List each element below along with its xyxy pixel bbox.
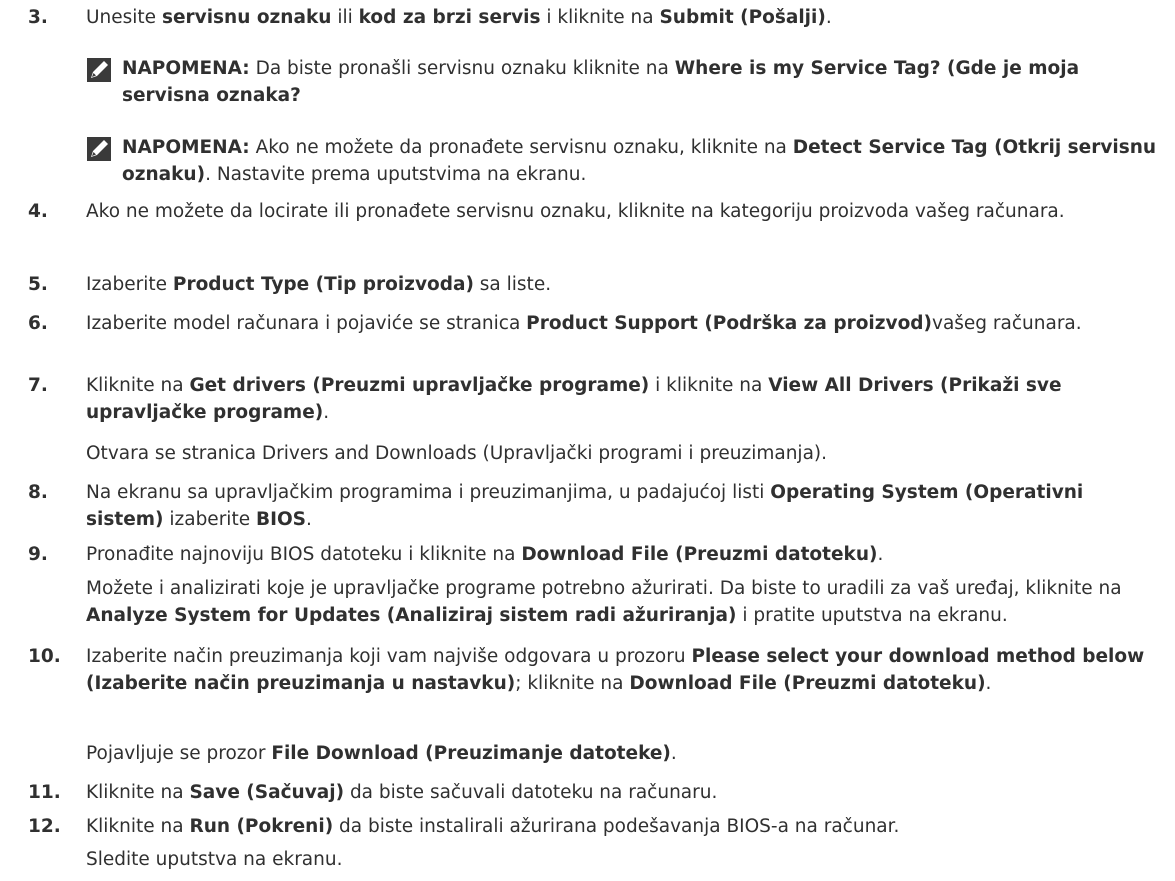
text-run: Ako ne možete da pronađete servisnu ozna…: [249, 137, 793, 158]
step-number: 10.: [28, 646, 61, 667]
step-number: 3.: [28, 7, 48, 28]
text-run: Kliknite na: [86, 782, 190, 803]
note-text: NAPOMENA: Da biste pronašli servisnu ozn…: [122, 55, 1162, 109]
text-run: Da biste pronašli servisnu oznaku klikni…: [249, 58, 675, 79]
step-text: Pronađite najnoviju BIOS datoteku i klik…: [86, 541, 1166, 568]
step-text: Kliknite na Run (Pokreni) da biste insta…: [86, 813, 1166, 840]
step-text: Kliknite na Get drivers (Preuzmi upravlj…: [86, 372, 1166, 426]
text-run: i pratite uputstva na ekranu.: [736, 605, 1008, 626]
bold-text: File Download (Preuzimanje datoteke): [271, 743, 671, 764]
note-text: NAPOMENA: Ako ne možete da pronađete ser…: [122, 134, 1162, 188]
text-run: Izaberite: [86, 274, 173, 295]
note-pencil-icon: [86, 57, 112, 83]
step-number: 8.: [28, 482, 48, 503]
text-run: vašeg računara.: [932, 313, 1082, 334]
text-run: sa liste.: [473, 274, 552, 295]
text-run: Na ekranu sa upravljačkim programima i p…: [86, 482, 771, 503]
bold-text: BIOS: [255, 509, 307, 530]
text-run: .: [877, 544, 884, 565]
text-run: Sledite uputstva na ekranu.: [86, 849, 343, 870]
paragraph: Pojavljuje se prozor File Download (Preu…: [86, 740, 1166, 767]
step-text: Izaberite način preuzimanja koji vam naj…: [86, 643, 1166, 697]
step-number: 4.: [28, 201, 48, 222]
text-run: i kliknite na: [649, 375, 769, 396]
step-text: Izaberite Product Type (Tip proizvoda) s…: [86, 271, 1166, 298]
text-run: ili: [331, 7, 359, 28]
text-run: .: [825, 7, 832, 28]
text-run: .: [323, 402, 330, 423]
bold-text: Product Type (Tip proizvoda): [172, 274, 474, 295]
step-number: 11.: [28, 782, 61, 803]
text-run: i kliknite na: [540, 7, 660, 28]
text-run: izaberite: [163, 509, 256, 530]
paragraph: Možete i analizirati koje je upravljačke…: [86, 575, 1166, 629]
text-run: .: [985, 673, 992, 694]
step-number: 6.: [28, 313, 48, 334]
step-number: 12.: [28, 816, 61, 837]
step-number: 7.: [28, 375, 48, 396]
text-run: da biste instalirali ažurirana podešavan…: [333, 816, 900, 837]
paragraph: Otvara se stranica Drivers and Downloads…: [86, 440, 1166, 467]
bold-text: NAPOMENA:: [122, 58, 250, 79]
text-run: Kliknite na: [86, 375, 190, 396]
text-run: Otvara se stranica Drivers and Downloads…: [86, 443, 828, 464]
text-run: Možete i analizirati koje je upravljačke…: [86, 578, 1122, 599]
step-number: 5.: [28, 274, 48, 295]
text-run: Izaberite model računara i pojaviće se s…: [86, 313, 527, 334]
note-pencil-icon: [86, 136, 112, 162]
bold-text: Get drivers (Preuzmi upravljačke program…: [189, 375, 650, 396]
step-number: 9.: [28, 544, 48, 565]
step-text: Na ekranu sa upravljačkim programima i p…: [86, 479, 1166, 533]
text-run: .: [306, 509, 312, 530]
bold-text: Analyze System for Updates (Analiziraj s…: [86, 605, 737, 626]
step-text: Kliknite na Save (Sačuvaj) da biste saču…: [86, 779, 1166, 806]
text-run: Pronađite najnoviju BIOS datoteku i klik…: [86, 544, 522, 565]
text-run: da biste sačuvali datoteku na računaru.: [344, 782, 718, 803]
text-run: Unesite: [86, 7, 162, 28]
bold-text: Download File (Preuzmi datoteku): [629, 673, 986, 694]
text-run: ; kliknite na: [515, 673, 630, 694]
text-run: Izaberite način preuzimanja koji vam naj…: [86, 646, 692, 667]
text-run: Ako ne možete da locirate ili pronađete …: [86, 201, 1065, 222]
paragraph: Sledite uputstva na ekranu.: [86, 846, 1166, 873]
bold-text: Download File (Preuzmi datoteku): [521, 544, 878, 565]
bold-text: Run (Pokreni): [189, 816, 334, 837]
text-run: Pojavljuje se prozor: [86, 743, 272, 764]
bold-text: servisnu oznaku: [161, 7, 332, 28]
step-text: Ako ne možete da locirate ili pronađete …: [86, 198, 1166, 225]
bold-text: NAPOMENA:: [122, 137, 250, 158]
step-text: Izaberite model računara i pojaviće se s…: [86, 310, 1166, 337]
document-page: 3. Unesite servisnu oznaku ili kod za br…: [0, 0, 1175, 881]
bold-text: Save (Sačuvaj): [189, 782, 345, 803]
text-run: .: [670, 743, 677, 764]
bold-text: Product Support (Podrška za proizvod): [526, 313, 932, 334]
text-run: Kliknite na: [86, 816, 190, 837]
bold-text: Submit (Pošalji): [659, 7, 826, 28]
text-run: . Nastavite prema uputstvima na ekranu.: [205, 164, 587, 185]
bold-text: kod za brzi servis: [358, 7, 541, 28]
step-text: Unesite servisnu oznaku ili kod za brzi …: [86, 4, 1166, 31]
